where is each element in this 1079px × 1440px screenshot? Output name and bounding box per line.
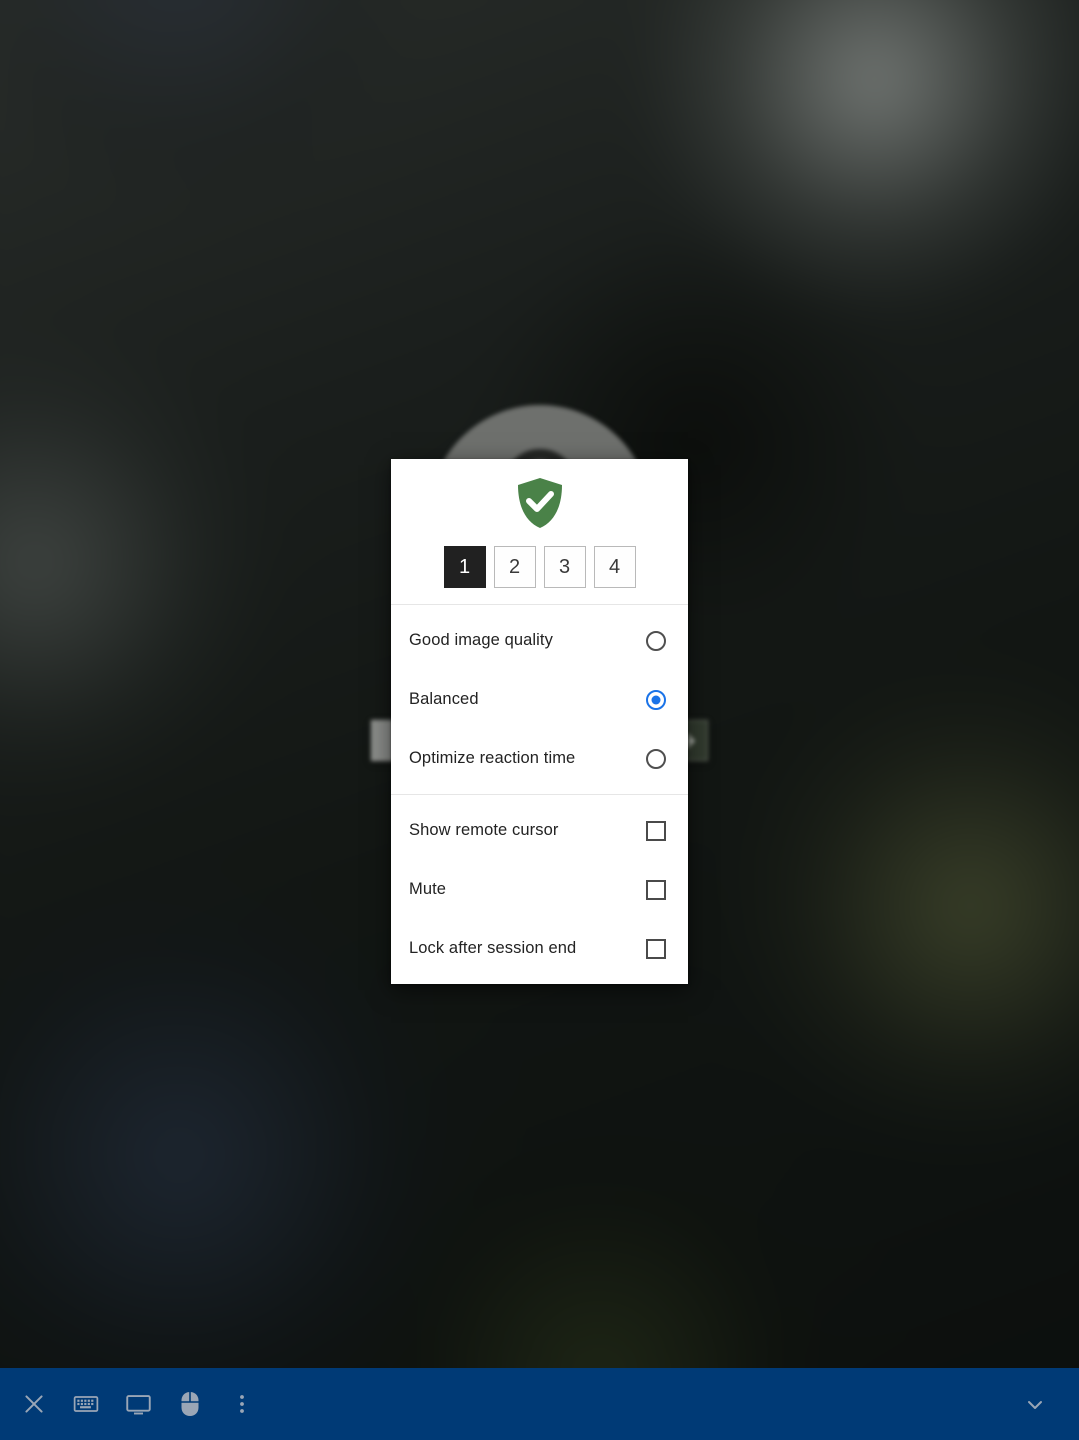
option-show-remote-cursor[interactable]: Show remote cursor <box>391 801 688 860</box>
mouse-icon[interactable] <box>164 1378 216 1430</box>
option-label: Lock after session end <box>409 939 577 957</box>
checkbox-show-remote-cursor[interactable] <box>646 820 666 841</box>
quality-radio-group: Good image quality Balanced Optimize rea… <box>391 605 688 794</box>
option-label: Optimize reaction time <box>409 749 576 767</box>
radio-good-image-quality[interactable] <box>646 630 666 651</box>
option-label: Good image quality <box>409 631 553 649</box>
quality-tab-3[interactable]: 3 <box>543 546 586 588</box>
toolbar-left-group <box>8 1378 268 1430</box>
radio-optimize-reaction-time[interactable] <box>646 748 666 769</box>
quality-tab-1[interactable]: 1 <box>443 546 486 588</box>
quality-tab-4[interactable]: 4 <box>593 546 636 588</box>
option-balanced[interactable]: Balanced <box>391 670 688 729</box>
bottom-toolbar <box>0 1368 1079 1440</box>
session-settings-panel: 1 2 3 4 Good image quality Balanced Opti… <box>391 459 688 984</box>
toolbar-right-group <box>1009 1378 1061 1430</box>
panel-header: 1 2 3 4 <box>391 459 688 604</box>
option-label: Show remote cursor <box>409 821 559 839</box>
option-good-image-quality[interactable]: Good image quality <box>391 611 688 670</box>
quality-tab-2[interactable]: 2 <box>493 546 536 588</box>
more-vertical-icon[interactable] <box>216 1378 268 1430</box>
option-optimize-reaction-time[interactable]: Optimize reaction time <box>391 729 688 788</box>
option-label: Mute <box>409 880 447 898</box>
checkbox-lock-after-session-end[interactable] <box>646 938 666 959</box>
option-lock-after-session-end[interactable]: Lock after session end <box>391 919 688 978</box>
checkbox-mute[interactable] <box>646 879 666 900</box>
monitor-icon[interactable] <box>112 1378 164 1430</box>
option-label: Balanced <box>409 690 479 708</box>
quality-level-tabs: 1 2 3 4 <box>443 546 636 588</box>
shield-check-icon <box>516 477 564 534</box>
keyboard-icon[interactable] <box>60 1378 112 1430</box>
remote-desktop-screen: …st 1 2 3 4 <box>0 0 1079 1440</box>
toggles-checkbox-group: Show remote cursor Mute Lock after sessi… <box>391 795 688 984</box>
close-icon[interactable] <box>8 1378 60 1430</box>
radio-balanced[interactable] <box>646 689 666 710</box>
chevron-down-icon[interactable] <box>1009 1378 1061 1430</box>
option-mute[interactable]: Mute <box>391 860 688 919</box>
